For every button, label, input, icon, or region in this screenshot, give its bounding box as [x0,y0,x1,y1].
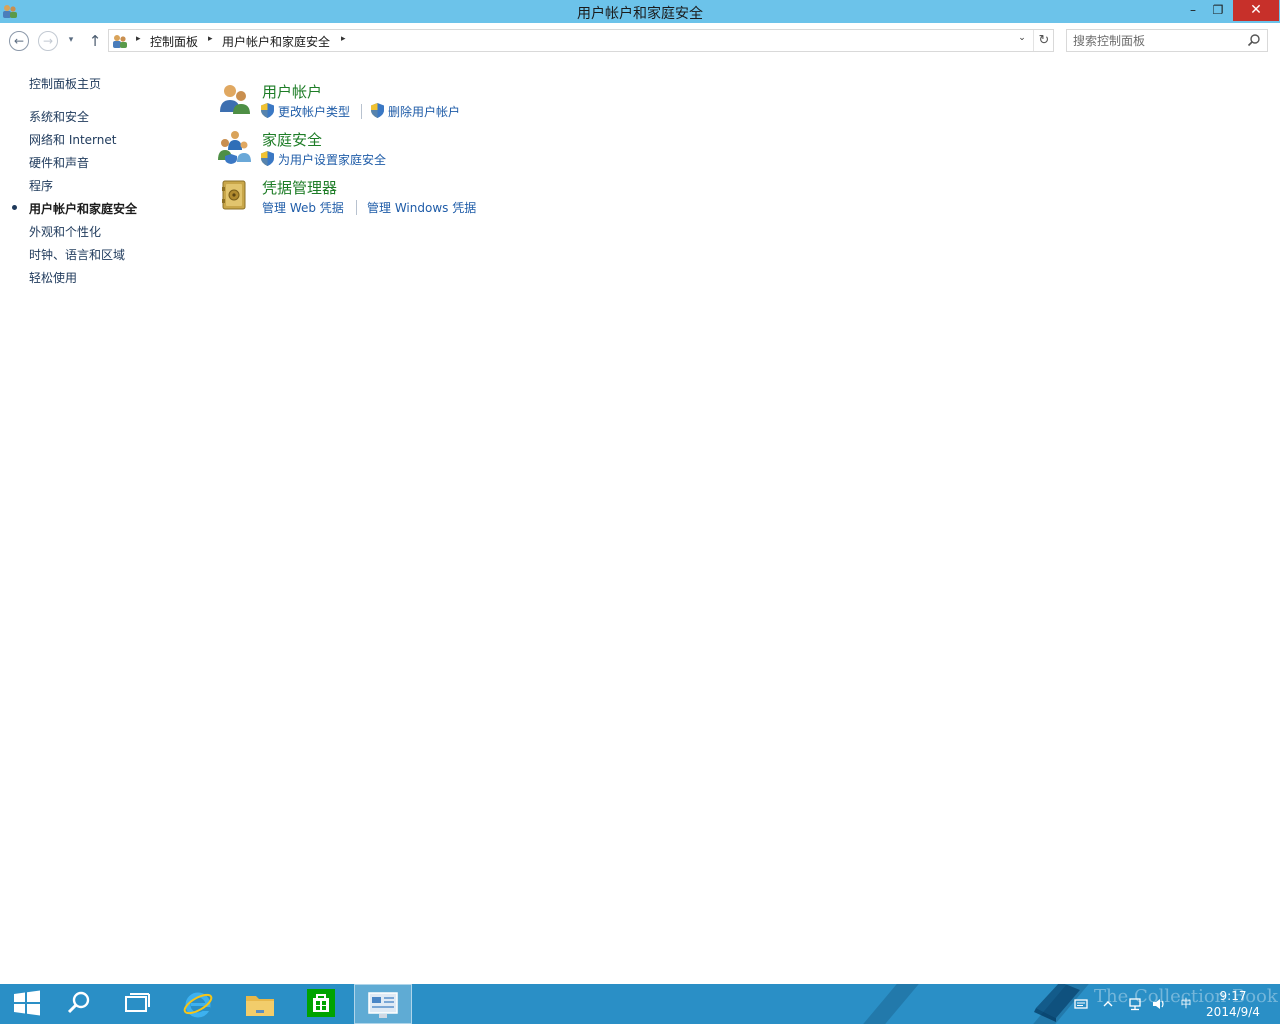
forward-button[interactable]: → [38,31,58,51]
control-panel-location-icon [113,35,127,48]
family-safety-icon[interactable] [218,130,252,164]
sidebar-item-programs[interactable]: 程序 [29,177,53,194]
sidebar-item-system-security[interactable]: 系统和安全 [29,108,89,125]
breadcrumb-arrow-icon[interactable]: ▸ [208,34,213,44]
uac-shield-icon [261,103,274,118]
link-separator [356,200,357,215]
search-box[interactable] [1066,29,1268,52]
link-manage-web-credentials[interactable]: 管理 Web 凭据 [262,199,344,216]
store-button[interactable] [294,984,350,1024]
refresh-button[interactable]: ↻ [1033,30,1054,51]
sidebar: 控制面板主页 系统和安全 网络和 Internet 硬件和声音 程序 用户帐户和… [0,59,200,359]
title-bar: 用户帐户和家庭安全 – ❐ ✕ [0,0,1280,23]
up-button[interactable]: ↑ [87,32,103,50]
show-hidden-icons-icon[interactable] [1101,997,1115,1011]
network-icon[interactable] [1128,997,1142,1011]
volume-icon[interactable] [1152,997,1166,1011]
search-icon [67,991,90,1014]
action-center-icon[interactable] [1074,997,1088,1011]
sidebar-item-ease-of-access[interactable]: 轻松使用 [29,269,77,286]
recent-locations-dropdown[interactable]: ▾ [64,35,78,47]
uac-shield-icon [371,103,384,118]
breadcrumb-control-panel[interactable]: 控制面板 [150,33,198,50]
breadcrumb-arrow-icon[interactable]: ▸ [136,34,141,44]
taskbar-decoration [854,984,928,1024]
taskbar: The Collection Book 中 9:17 2014/9/4 [0,984,1280,1024]
internet-explorer-button[interactable] [170,984,226,1024]
search-icon[interactable] [1247,33,1261,47]
store-icon [307,989,335,1017]
folder-icon [246,996,274,1016]
sidebar-item-clock-region[interactable]: 时钟、语言和区域 [29,246,125,263]
task-view-button[interactable] [110,984,166,1024]
link-separator [361,104,362,119]
search-taskbar-button[interactable] [52,984,108,1024]
active-item-bullet-icon [12,205,17,210]
sidebar-item-control-panel-home[interactable]: 控制面板主页 [29,75,101,92]
internet-explorer-icon [183,992,213,1018]
link-remove-user-accounts[interactable]: 删除用户帐户 [388,103,460,120]
address-dropdown-icon[interactable]: ⌄ [1015,33,1029,43]
clock-date: 2014/9/4 [1206,1005,1260,1019]
sidebar-item-user-accounts[interactable]: 用户帐户和家庭安全 [29,200,137,217]
credential-vault-icon[interactable] [218,178,252,212]
navigation-bar: ← → ▾ ↑ ▸ 控制面板 ▸ 用户帐户和家庭安全 ▸ ⌄ ↻ [0,23,1280,59]
breadcrumb-arrow-icon[interactable]: ▸ [341,34,346,44]
address-bar[interactable]: ▸ 控制面板 ▸ 用户帐户和家庭安全 ▸ ⌄ ↻ [108,29,1054,52]
taskbar-clock[interactable]: 9:17 2014/9/4 [1200,988,1266,1020]
link-manage-windows-credentials[interactable]: 管理 Windows 凭据 [367,199,476,216]
back-button[interactable]: ← [9,31,29,51]
uac-shield-icon [261,151,274,166]
sidebar-item-appearance[interactable]: 外观和个性化 [29,223,101,240]
close-button[interactable]: ✕ [1233,0,1279,21]
category-title-credential-manager[interactable]: 凭据管理器 [262,177,337,198]
windows-logo-icon [14,990,40,1016]
control-panel-icon [368,992,398,1018]
breadcrumb-user-accounts[interactable]: 用户帐户和家庭安全 [222,33,330,50]
category-title-family-safety[interactable]: 家庭安全 [262,129,322,150]
sidebar-item-network-internet[interactable]: 网络和 Internet [29,131,116,148]
link-set-up-family-safety[interactable]: 为用户设置家庭安全 [278,151,386,168]
link-change-account-type[interactable]: 更改帐户类型 [278,103,350,120]
sidebar-item-hardware-sound[interactable]: 硬件和声音 [29,154,89,171]
window-title: 用户帐户和家庭安全 [577,6,703,22]
control-panel-taskbar-button[interactable] [354,984,412,1024]
task-view-icon [125,993,150,1012]
start-button[interactable] [0,984,56,1024]
restore-button[interactable]: ❐ [1205,0,1231,21]
search-input[interactable] [1073,32,1243,49]
file-explorer-button[interactable] [232,984,288,1024]
category-title-user-accounts[interactable]: 用户帐户 [262,81,322,102]
ime-indicator[interactable]: 中 [1179,997,1193,1011]
clock-time: 9:17 [1219,989,1247,1003]
minimize-button[interactable]: – [1180,0,1206,21]
users-icon[interactable] [218,82,252,116]
